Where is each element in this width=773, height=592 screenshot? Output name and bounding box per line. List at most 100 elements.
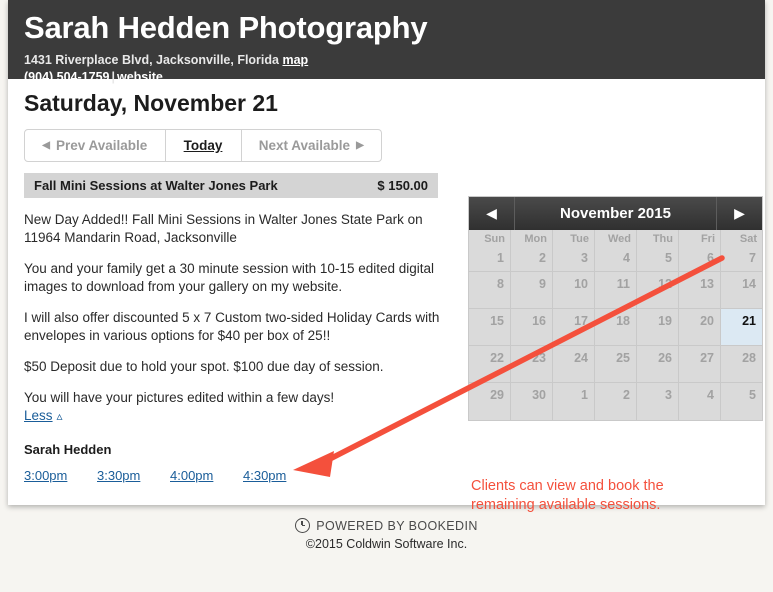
calendar-grid: Sun 1 Mon 2 Tue 3 Wed 4 Thu 5 Fri 6 Sat 7 8 9 10 11 12 13 14… bbox=[469, 230, 762, 420]
calendar-day-number: 26 bbox=[658, 351, 672, 365]
calendar-day-cell[interactable]: 20 bbox=[679, 309, 721, 346]
calendar-day-cell[interactable]: 1 bbox=[553, 383, 595, 420]
calendar-week-row: 15 16 17 18 19 20 21 bbox=[469, 309, 762, 346]
calendar-month-label: November 2015 bbox=[560, 205, 671, 222]
calendar-weekday-label: Thu bbox=[652, 233, 673, 245]
calendar-day-cell[interactable]: 22 bbox=[469, 346, 511, 383]
calendar-week-row: Sun 1 Mon 2 Tue 3 Wed 4 Thu 5 Fri 6 Sat 7 bbox=[469, 230, 762, 272]
calendar-day-number: 16 bbox=[532, 314, 546, 328]
service-description-paragraph: You will have your pictures edited withi… bbox=[24, 390, 335, 405]
calendar-day-cell[interactable]: 11 bbox=[595, 272, 637, 309]
calendar-day-cell[interactable]: Thu 5 bbox=[637, 230, 679, 272]
next-available-button[interactable]: Next Available ▶ bbox=[242, 130, 381, 161]
day-navigation-buttons: ◀ Prev Available Today Next Available ▶ bbox=[24, 129, 382, 162]
calendar-day-cell[interactable]: 9 bbox=[511, 272, 553, 309]
calendar-day-cell[interactable]: Fri 6 bbox=[679, 230, 721, 272]
calendar-day-number: 29 bbox=[490, 388, 504, 402]
calendar-day-cell[interactable]: 10 bbox=[553, 272, 595, 309]
calendar-day-cell[interactable]: 12 bbox=[637, 272, 679, 309]
calendar-day-cell[interactable]: 4 bbox=[679, 383, 721, 420]
calendar-day-number: 10 bbox=[574, 277, 588, 291]
calendar-day-number: 5 bbox=[665, 251, 672, 265]
calendar-day-cell[interactable]: 13 bbox=[679, 272, 721, 309]
powered-by-label: POWERED BY BOOKEDIN bbox=[316, 518, 478, 533]
calendar-day-cell[interactable]: 25 bbox=[595, 346, 637, 383]
calendar-day-cell[interactable]: 14 bbox=[721, 272, 762, 309]
calendar-day-cell[interactable]: 24 bbox=[553, 346, 595, 383]
calendar-day-number: 23 bbox=[532, 351, 546, 365]
today-button[interactable]: Today bbox=[166, 130, 242, 161]
calendar-day-number: 13 bbox=[700, 277, 714, 291]
booking-widget-card: Sarah Hedden Photography 1431 Riverplace… bbox=[8, 0, 765, 513]
calendar-day-number: 17 bbox=[574, 314, 588, 328]
clock-icon bbox=[295, 518, 311, 533]
calendar-day-cell-selected[interactable]: 21 bbox=[721, 309, 762, 346]
calendar-day-cell[interactable]: 19 bbox=[637, 309, 679, 346]
calendar-day-cell[interactable]: 23 bbox=[511, 346, 553, 383]
calendar-day-number: 1 bbox=[581, 388, 588, 402]
provider-name: Sarah Hedden bbox=[24, 442, 112, 457]
prev-available-button[interactable]: ◀ Prev Available bbox=[25, 130, 166, 161]
calendar-day-cell[interactable]: 17 bbox=[553, 309, 595, 346]
calendar-day-number: 19 bbox=[658, 314, 672, 328]
calendar-day-cell[interactable]: 3 bbox=[637, 383, 679, 420]
map-link[interactable]: map bbox=[282, 53, 308, 67]
calendar-day-number: 27 bbox=[700, 351, 714, 365]
calendar-day-cell[interactable]: 2 bbox=[595, 383, 637, 420]
calendar-day-cell[interactable]: Wed 4 bbox=[595, 230, 637, 272]
calendar-day-number: 20 bbox=[700, 314, 714, 328]
day-details-panel: Saturday, November 21 ◀ Prev Available T… bbox=[24, 89, 456, 483]
calendar-day-number: 14 bbox=[742, 277, 756, 291]
less-toggle-link[interactable]: Less ▵ bbox=[24, 408, 63, 423]
time-slot-button[interactable]: 3:00pm bbox=[24, 468, 97, 483]
calendar-day-cell[interactable]: 5 bbox=[721, 383, 762, 420]
calendar-weekday-label: Mon bbox=[524, 233, 547, 245]
time-slot-button[interactable]: 3:30pm bbox=[97, 468, 170, 483]
calendar-weekday-label: Sat bbox=[739, 233, 757, 245]
calendar-day-cell[interactable]: 27 bbox=[679, 346, 721, 383]
service-description-paragraph: New Day Added!! Fall Mini Sessions in Wa… bbox=[24, 212, 423, 245]
address-text: 1431 Riverplace Blvd, Jacksonville, Flor… bbox=[24, 53, 279, 67]
calendar-day-number: 4 bbox=[707, 388, 714, 402]
calendar-day-number: 15 bbox=[490, 314, 504, 328]
service-description-paragraph: You and your family get a 30 minute sess… bbox=[24, 261, 435, 294]
calendar: ◀ November 2015 ▶ Sun 1 Mon 2 Tue 3 Wed 4 Thu 5 Fr… bbox=[468, 196, 763, 421]
service-summary-bar[interactable]: Fall Mini Sessions at Walter Jones Park … bbox=[24, 173, 438, 198]
calendar-day-number: 1 bbox=[497, 251, 504, 265]
calendar-day-cell[interactable]: 29 bbox=[469, 383, 511, 420]
copyright-label: ©2015 Coldwin Software Inc. bbox=[305, 537, 468, 551]
calendar-day-number: 7 bbox=[749, 251, 756, 265]
calendar-day-cell[interactable]: Mon 2 bbox=[511, 230, 553, 272]
calendar-day-number: 22 bbox=[490, 351, 504, 365]
calendar-day-cell[interactable]: 16 bbox=[511, 309, 553, 346]
calendar-day-cell[interactable]: Sun 1 bbox=[469, 230, 511, 272]
calendar-week-row: 8 9 10 11 12 13 14 bbox=[469, 272, 762, 309]
powered-by-row: POWERED BY BOOKEDIN bbox=[0, 518, 773, 533]
calendar-day-cell[interactable]: 18 bbox=[595, 309, 637, 346]
triangle-right-icon: ▶ bbox=[356, 139, 364, 151]
calendar-day-cell[interactable]: 15 bbox=[469, 309, 511, 346]
calendar-day-cell[interactable]: 26 bbox=[637, 346, 679, 383]
prev-available-label: Prev Available bbox=[55, 138, 148, 153]
calendar-day-number: 4 bbox=[623, 251, 630, 265]
calendar-next-month-button[interactable]: ▶ bbox=[716, 197, 762, 230]
service-description-paragraph: $50 Deposit due to hold your spot. $100 … bbox=[24, 359, 384, 374]
calendar-day-cell[interactable]: Tue 3 bbox=[553, 230, 595, 272]
calendar-day-number: 18 bbox=[616, 314, 630, 328]
calendar-weekday-label: Wed bbox=[607, 233, 631, 245]
calendar-day-cell[interactable]: 30 bbox=[511, 383, 553, 420]
less-label: Less bbox=[24, 408, 53, 423]
calendar-day-number: 12 bbox=[658, 277, 672, 291]
service-description-paragraph: I will also offer discounted 5 x 7 Custo… bbox=[24, 310, 440, 343]
calendar-day-cell[interactable]: 28 bbox=[721, 346, 762, 383]
triangle-right-icon: ▶ bbox=[734, 205, 745, 221]
today-label: Today bbox=[183, 138, 223, 153]
calendar-day-cell[interactable]: Sat 7 bbox=[721, 230, 762, 272]
page-footer: POWERED BY BOOKEDIN ©2015 Coldwin Softwa… bbox=[0, 518, 773, 551]
time-slot-button[interactable]: 4:00pm bbox=[170, 468, 243, 483]
calendar-day-number: 3 bbox=[581, 251, 588, 265]
calendar-day-cell[interactable]: 8 bbox=[469, 272, 511, 309]
time-slot-button[interactable]: 4:30pm bbox=[243, 468, 316, 483]
calendar-prev-month-button[interactable]: ◀ bbox=[469, 197, 515, 230]
calendar-day-number: 6 bbox=[707, 251, 714, 265]
